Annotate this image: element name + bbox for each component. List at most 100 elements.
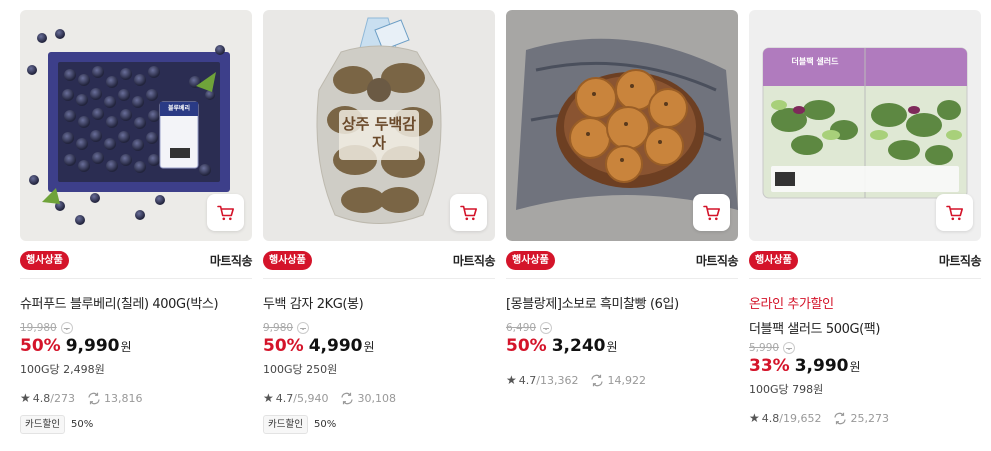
product-meta: 행사상품 마트직송 (20, 249, 253, 271)
online-discount-label: 온라인 추가할인 (749, 297, 834, 312)
cart-icon (945, 205, 963, 220)
card-discount-rate: 50% (313, 419, 337, 430)
review-count: /273 (50, 391, 75, 405)
rating-row: ★ 4.7 /13,362 14,922 (506, 373, 646, 387)
product-meta: 행사상품 마트직송 (749, 249, 982, 271)
sale-price: 50% 9,990 원 (20, 336, 132, 356)
rating-row: ★ 4.7 /5,940 30,108 (263, 391, 396, 405)
product-image[interactable] (506, 10, 738, 241)
product-title[interactable]: [몽블랑제]소보로 흑미찰빵 (6입) (506, 293, 738, 312)
original-price: 19,980 ⌄ (20, 322, 73, 334)
card-discount: 카드할인 50% (263, 415, 336, 434)
product-image[interactable]: 상주 두백감자 (263, 10, 495, 241)
reorder-icon (834, 412, 847, 424)
product-card[interactable]: 더블팩 샐러드 행사상품 마트직송 온라인 추가할인 더블팩 샐러드 500G(… (749, 10, 982, 425)
card-discount-rate: 50% (70, 419, 94, 430)
event-badge: 행사상품 (749, 250, 798, 270)
discount-rate: 50% (263, 336, 304, 356)
product-image[interactable]: 더블팩 샐러드 (749, 10, 981, 241)
chevron-down-icon[interactable]: ⌄ (540, 322, 553, 334)
product-meta: 행사상품 마트직송 (506, 249, 739, 271)
product-card[interactable]: 행사상품 마트직송 [몽블랑제]소보로 흑미찰빵 (6입) 6,490 ⌄ 50%… (506, 10, 739, 387)
image-label: 블루베리 (167, 105, 191, 112)
add-to-cart-button[interactable] (450, 194, 487, 231)
chevron-down-icon[interactable]: ⌄ (297, 322, 310, 334)
rating-value: 4.8 (761, 411, 780, 425)
reorder-icon (341, 392, 354, 404)
star-icon: ★ (506, 373, 517, 387)
card-discount-tag: 카드할인 (20, 415, 65, 434)
unit-price: 100G당 798원 (749, 383, 824, 396)
divider (263, 278, 495, 279)
currency-label: 원 (120, 340, 132, 354)
shipping-label: 마트직송 (209, 253, 253, 268)
image-label: 상주 두백감자 (341, 115, 417, 152)
rating-value: 4.8 (32, 391, 51, 405)
discount-rate: 50% (20, 336, 61, 356)
price-value: 9,990 (65, 336, 120, 356)
reorder-icon (88, 392, 100, 404)
cart-icon (702, 205, 720, 220)
image-label: 더블팩 샐러드 (791, 57, 839, 66)
cart-icon (459, 205, 477, 220)
chevron-down-icon[interactable]: ⌄ (783, 342, 796, 354)
card-discount-tag: 카드할인 (263, 415, 308, 434)
sale-price: 33% 3,990 원 (749, 356, 861, 376)
review-count: /5,940 (293, 391, 329, 405)
review-count: /13,362 (536, 373, 579, 387)
product-meta: 행사상품 마트직송 (263, 249, 496, 271)
reorder-count: 30,108 (357, 391, 396, 405)
add-to-cart-button[interactable] (936, 194, 973, 231)
discount-rate: 33% (749, 356, 790, 376)
sale-price: 50% 3,240 원 (506, 336, 618, 356)
divider (749, 278, 981, 279)
divider (506, 278, 738, 279)
reorder-info: 30,108 (340, 392, 396, 405)
card-discount: 카드할인 50% (20, 415, 93, 434)
sale-price: 50% 4,990 원 (263, 336, 375, 356)
divider (20, 278, 252, 279)
currency-label: 원 (606, 340, 618, 354)
original-price: 6,490 ⌄ (506, 322, 553, 334)
shipping-label: 마트직송 (695, 253, 739, 268)
rating-row: ★ 4.8 /273 13,816 (20, 391, 142, 405)
price-value: 3,240 (551, 336, 606, 356)
product-card[interactable]: 블루베리 행사상품 마트직송 슈퍼푸드 블루베리(칠레) 400G(박스) 19… (20, 10, 253, 434)
product-title[interactable]: 슈퍼푸드 블루베리(칠레) 400G(박스) (20, 293, 252, 312)
reorder-count: 13,816 (103, 391, 143, 405)
original-price: 9,980 ⌄ (263, 322, 310, 334)
price-value: 3,990 (794, 356, 849, 376)
rating-value: 4.7 (518, 373, 537, 387)
cart-icon (216, 205, 234, 220)
add-to-cart-button[interactable] (693, 194, 730, 231)
product-image[interactable]: 블루베리 (20, 10, 252, 241)
chevron-down-icon[interactable]: ⌄ (60, 322, 73, 334)
reorder-icon (591, 374, 604, 386)
reorder-info: 25,273 (833, 412, 889, 425)
reorder-count: 25,273 (850, 411, 889, 425)
rating-row: ★ 4.8 /19,652 25,273 (749, 411, 889, 425)
shipping-label: 마트직송 (938, 253, 982, 268)
event-badge: 행사상품 (506, 250, 555, 270)
discount-rate: 50% (506, 336, 547, 356)
product-grid: 블루베리 행사상품 마트직송 슈퍼푸드 블루베리(칠레) 400G(박스) 19… (0, 0, 991, 451)
product-card[interactable]: 상주 두백감자 행사상품 마트직송 두백 감자 2KG(봉) 9,980 ⌄ 50… (263, 10, 496, 434)
event-badge: 행사상품 (263, 250, 312, 270)
unit-price: 100G당 250원 (263, 363, 338, 376)
currency-label: 원 (849, 360, 861, 374)
original-price: 5,990 ⌄ (749, 342, 796, 354)
product-title[interactable]: 두백 감자 2KG(봉) (263, 293, 495, 312)
star-icon: ★ (749, 411, 760, 425)
star-icon: ★ (263, 391, 274, 405)
currency-label: 원 (363, 340, 375, 354)
price-value: 4,990 (308, 336, 363, 356)
reorder-info: 13,816 (87, 391, 143, 405)
reorder-info: 14,922 (590, 374, 646, 387)
add-to-cart-button[interactable] (207, 194, 244, 231)
product-title[interactable]: 온라인 추가할인 더블팩 샐러드 500G(팩) (749, 293, 981, 337)
event-badge: 행사상품 (20, 250, 69, 270)
rating-value: 4.7 (275, 391, 294, 405)
star-icon: ★ (20, 391, 31, 405)
shipping-label: 마트직송 (452, 253, 496, 268)
review-count: /19,652 (779, 411, 822, 425)
